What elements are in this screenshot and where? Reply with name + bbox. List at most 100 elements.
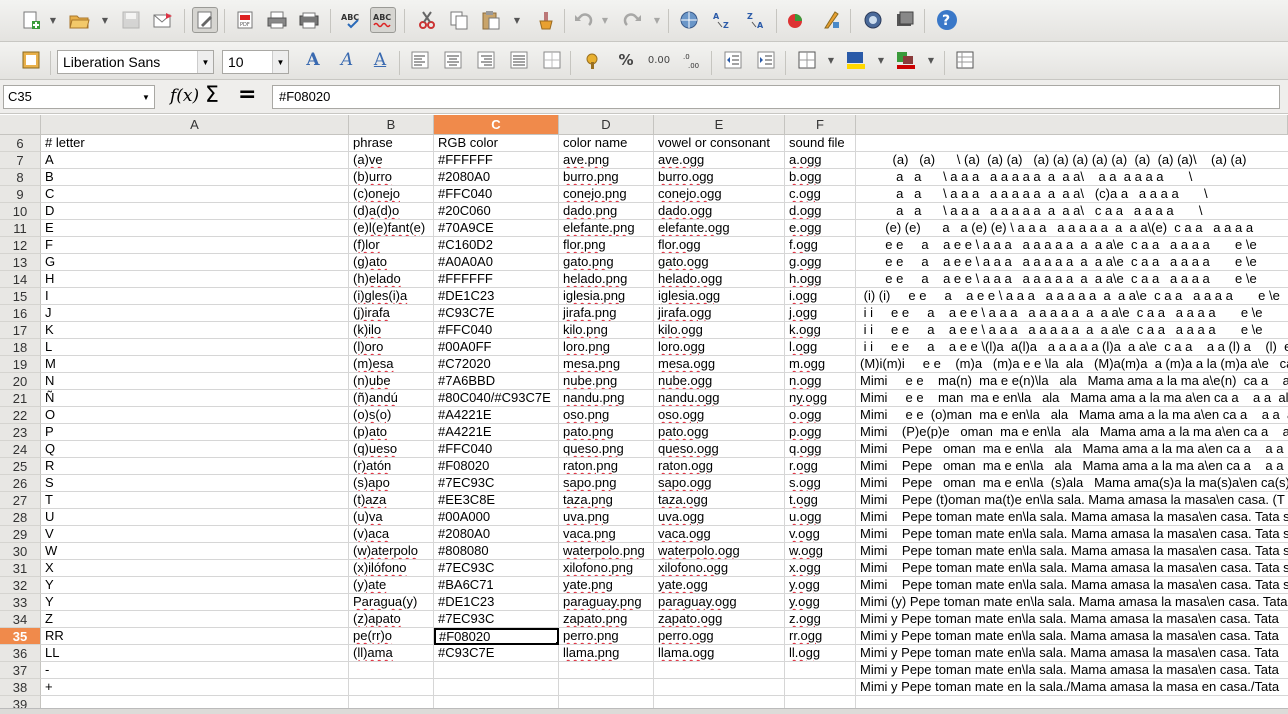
cell-f13[interactable]: g.ogg [785,254,856,271]
cell-g38[interactable]: Mimi y Pepe toman mate en la sala./Mama … [856,679,1288,696]
row-header[interactable]: 17 [0,322,41,339]
cell-b19[interactable]: (m)esa [349,356,434,373]
cell-a10[interactable]: D [41,203,349,220]
cell-g17[interactable]: i i e e a a e e \ a a a a a a a a a a a\… [856,322,1288,339]
cell-f7[interactable]: a.ogg [785,152,856,169]
cell-a26[interactable]: S [41,475,349,492]
cell-e6[interactable]: vowel or consonant [654,135,785,152]
cell-f32[interactable]: y.ogg [785,577,856,594]
cell-f19[interactable]: m.ogg [785,356,856,373]
cell-e16[interactable]: jirafa.ogg [654,305,785,322]
cell-a30[interactable]: W [41,543,349,560]
cell-c17[interactable]: #FFC040 [434,322,559,339]
cell-a33[interactable]: Y [41,594,349,611]
cell-e31[interactable]: xilofono.ogg [654,560,785,577]
cell-g36[interactable]: Mimi y Pepe toman mate en\la sala. Mama … [856,645,1288,662]
paste-icon[interactable] [478,7,504,33]
cell-b21[interactable]: (ñ)andú [349,390,434,407]
cell-f37[interactable] [785,662,856,679]
cell-c37[interactable] [434,662,559,679]
cell-a13[interactable]: G [41,254,349,271]
cell-a34[interactable]: Z [41,611,349,628]
cell-c9[interactable]: #FFC040 [434,186,559,203]
cell-d30[interactable]: waterpolo.png [559,543,654,560]
row-header[interactable]: 38 [0,679,41,696]
cell-f36[interactable]: ll.ogg [785,645,856,662]
cell-b7[interactable]: (a)ve [349,152,434,169]
cell-c33[interactable]: #DE1C23 [434,594,559,611]
cell-d16[interactable]: jirafa.png [559,305,654,322]
copy-icon[interactable] [446,7,472,33]
row-header[interactable]: 30 [0,543,41,560]
cell-g25[interactable]: Mimi Pepe oman ma e en\la ala Mama ama a… [856,458,1288,475]
cell-b37[interactable] [349,662,434,679]
cell-c20[interactable]: #7A6BBD [434,373,559,390]
cell-f11[interactable]: e.ogg [785,220,856,237]
cell-a17[interactable]: K [41,322,349,339]
cell-f9[interactable]: c.ogg [785,186,856,203]
cell-b34[interactable]: (z)apato [349,611,434,628]
cell-e10[interactable]: dado.ogg [654,203,785,220]
cell-a23[interactable]: P [41,424,349,441]
edit-mode-icon[interactable] [192,7,218,33]
cell-e25[interactable]: raton.ogg [654,458,785,475]
name-box[interactable]: C35 ▼ [3,85,155,109]
cell-a28[interactable]: U [41,509,349,526]
cell-f12[interactable]: f.ogg [785,237,856,254]
font-name-box[interactable]: Liberation Sans ▼ [57,50,214,74]
row-header[interactable]: 15 [0,288,41,305]
cell-a7[interactable]: A [41,152,349,169]
cell-d35[interactable]: perro.png [559,628,654,645]
cell-d37[interactable] [559,662,654,679]
borders-icon[interactable] [794,47,820,73]
row-header[interactable]: 27 [0,492,41,509]
cell-b10[interactable]: (d)a(d)o [349,203,434,220]
cell-g28[interactable]: Mimi Pepe toman mate en\la sala. Mama am… [856,509,1288,526]
cell-a18[interactable]: L [41,339,349,356]
cell-f15[interactable]: i.ogg [785,288,856,305]
decrease-indent-icon[interactable] [720,47,746,73]
cell-g35[interactable]: Mimi y Pepe toman mate en\la sala. Mama … [856,628,1288,645]
cell-b17[interactable]: (k)ilo [349,322,434,339]
row-header[interactable]: 34 [0,611,41,628]
cell-b31[interactable]: (x)ilófono [349,560,434,577]
cell-d28[interactable]: uva.png [559,509,654,526]
font-name-dropdown-icon[interactable]: ▼ [197,51,213,73]
cell-c6[interactable]: RGB color [434,135,559,152]
cell-g13[interactable]: e e a a e e \ a a a a a a a a a a a\e c … [856,254,1288,271]
sort-ascending-icon[interactable]: AZ [710,7,736,33]
cell-g30[interactable]: Mimi Pepe toman mate en\la sala. Mama am… [856,543,1288,560]
justify-icon[interactable] [506,47,532,73]
cell-c25[interactable]: #F08020 [434,458,559,475]
column-header-c[interactable]: C [434,115,559,135]
cell-a38[interactable]: + [41,679,349,696]
cell-d10[interactable]: dado.png [559,203,654,220]
cell-d36[interactable]: llama.png [559,645,654,662]
paste-dropdown-icon[interactable]: ▼ [512,7,522,33]
cell-g8[interactable]: a a \ a a a a a a a a a a a\ a a a a a a… [856,169,1288,186]
background-color-icon[interactable] [843,47,869,73]
cell-b22[interactable]: (o)s(o) [349,407,434,424]
cell-d7[interactable]: ave.png [559,152,654,169]
redo-dropdown-icon[interactable]: ▼ [652,7,662,33]
increase-indent-icon[interactable] [753,47,779,73]
cell-e27[interactable]: taza.ogg [654,492,785,509]
align-left-icon[interactable] [407,47,433,73]
cell-d12[interactable]: flor.png [559,237,654,254]
spellcheck-icon[interactable]: ABC [338,7,364,33]
column-header-f[interactable]: F [785,115,856,135]
cell-e13[interactable]: gato.ogg [654,254,785,271]
cell-f34[interactable]: z.ogg [785,611,856,628]
percent-icon[interactable]: % [613,47,639,73]
cell-c10[interactable]: #20C060 [434,203,559,220]
cell-c29[interactable]: #2080A0 [434,526,559,543]
cell-g22[interactable]: Mimi e e (o)man ma e en\la ala Mama ama … [856,407,1288,424]
cell-f33[interactable]: y.ogg [785,594,856,611]
cell-f23[interactable]: p.ogg [785,424,856,441]
cell-a25[interactable]: R [41,458,349,475]
cell-b11[interactable]: (e)l(e)fant(e) [349,220,434,237]
cell-f10[interactable]: d.ogg [785,203,856,220]
new-icon[interactable] [18,7,44,33]
row-header[interactable]: 24 [0,441,41,458]
font-size-box[interactable]: 10 ▼ [222,50,289,74]
